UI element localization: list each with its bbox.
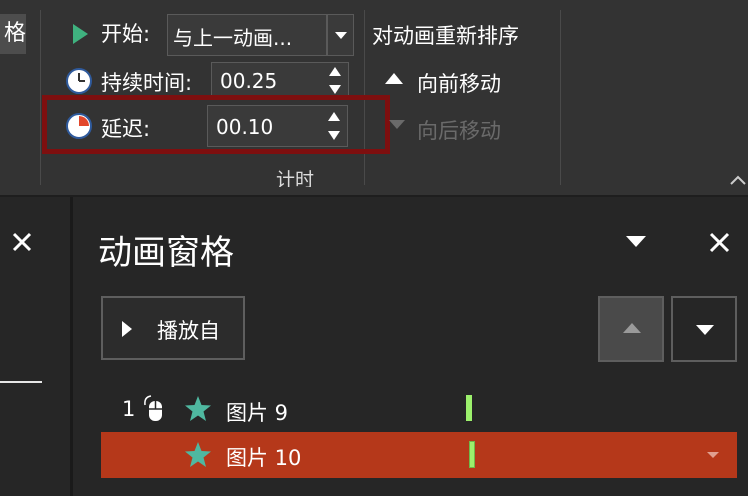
reorder-title: 对动画重新排序 <box>372 24 519 48</box>
spin-down-icon[interactable] <box>329 85 341 95</box>
star-effect-icon <box>185 396 211 421</box>
close-icon[interactable] <box>12 232 32 252</box>
star-effect-icon <box>185 442 211 467</box>
left-panel-divider <box>0 381 42 383</box>
triangle-up-icon <box>623 323 641 333</box>
delay-highlight-box <box>42 95 390 154</box>
timing-bar <box>466 395 472 421</box>
play-triangle-icon <box>73 24 88 44</box>
ribbon-left-stub[interactable]: 格 <box>0 14 26 54</box>
play-from-button[interactable]: 播放自 <box>101 296 245 360</box>
triangle-up-icon <box>385 73 403 84</box>
ribbon-divider-left <box>40 10 41 185</box>
collapse-ribbon-icon[interactable] <box>730 175 746 185</box>
clock-icon <box>66 68 92 94</box>
item-dropdown-icon[interactable] <box>707 452 719 459</box>
move-up-button[interactable] <box>598 296 664 362</box>
chevron-down-icon <box>335 32 347 39</box>
triangle-down-icon <box>389 120 405 129</box>
list-item-selected[interactable]: 图片 10 <box>101 432 737 478</box>
start-label: 开始: <box>101 22 151 46</box>
move-down-button[interactable] <box>671 296 737 362</box>
move-earlier-button[interactable]: 向前移动 <box>417 68 501 98</box>
list-item-index: 1 <box>122 397 136 421</box>
move-later-button[interactable]: 向后移动 <box>417 115 501 145</box>
spin-up-icon[interactable] <box>329 67 341 77</box>
start-dropdown-button[interactable] <box>327 14 354 56</box>
start-combobox[interactable]: 与上一动画... <box>167 14 327 56</box>
list-item[interactable]: 1 图片 9 <box>101 388 737 430</box>
duration-value: 00.25 <box>220 69 278 93</box>
list-item-name: 图片 10 <box>226 446 302 470</box>
start-value: 与上一动画... <box>173 26 293 50</box>
play-from-label: 播放自 <box>157 319 220 343</box>
duration-label: 持续时间: <box>101 71 193 95</box>
triangle-down-icon <box>696 325 714 335</box>
list-item-name: 图片 9 <box>226 401 289 425</box>
timing-group-label: 计时 <box>276 169 315 187</box>
timing-bar <box>469 441 475 468</box>
play-icon <box>122 321 132 337</box>
pane-close-icon[interactable] <box>709 232 730 253</box>
ribbon-divider-right <box>560 10 561 185</box>
mouse-click-icon <box>144 395 162 421</box>
pane-options-dropdown-icon[interactable] <box>626 236 646 248</box>
pane-title: 动画窗格 <box>98 233 234 273</box>
left-panel <box>0 197 70 496</box>
